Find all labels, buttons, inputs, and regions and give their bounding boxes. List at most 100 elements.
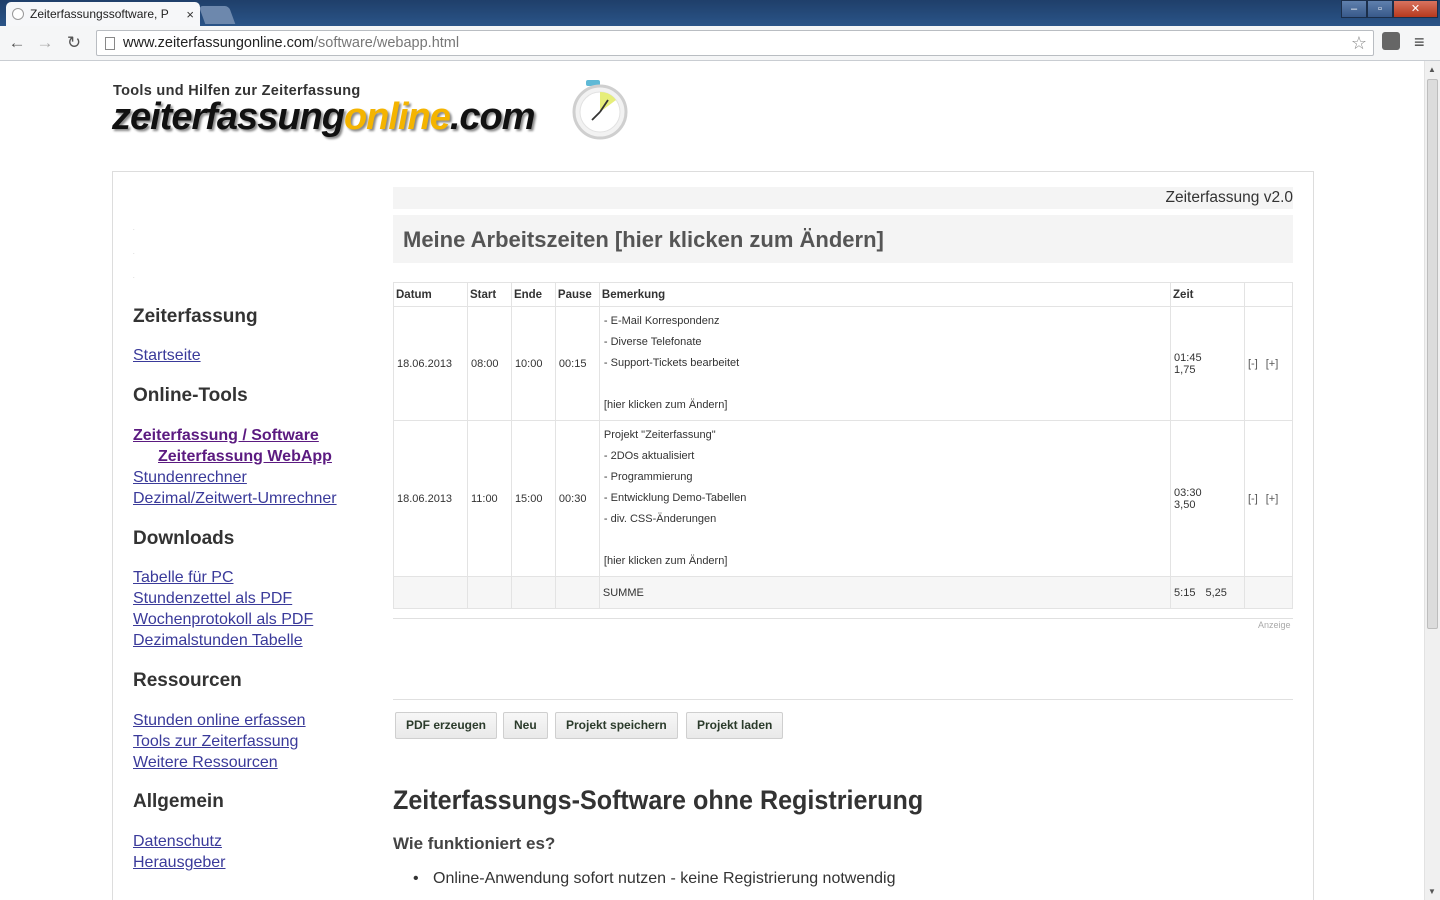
sidebar-link-stunden-online[interactable]: Stunden online erfassen	[133, 712, 306, 730]
remark-line: - div. CSS-Änderungen	[603, 513, 717, 525]
cell-actions: [-] [+]	[1243, 306, 1294, 421]
site-logo[interactable]: zeiterfassungonline.com	[112, 96, 536, 139]
sidebar-link-dezimalstunden-tabelle[interactable]: Dezimalstunden Tabelle	[133, 632, 303, 650]
browser-tab[interactable]: Zeiterfassungssoftware, P ×	[6, 2, 200, 26]
minimize-button[interactable]: –	[1341, 0, 1367, 18]
times-table: Datum Start Ende Pause Bemerkung Zeit 18…	[393, 282, 1294, 609]
close-window-button[interactable]: ✕	[1393, 0, 1438, 18]
bookmark-star-icon[interactable]: ☆	[1351, 33, 1367, 54]
cell-actions: [-] [+]	[1243, 420, 1294, 577]
cell-bemerkung[interactable]: Projekt "Zeiterfassung" - 2DOs aktualisi…	[598, 420, 1172, 577]
window-controls: – ▫ ✕	[1341, 0, 1438, 18]
cell-ende[interactable]: 10:00	[510, 306, 556, 421]
table-row[interactable]: 18.06.2013 08:00 10:00 00:15 - E-Mail Ko…	[393, 306, 1294, 421]
zeit-hhmm: 01:45	[1174, 351, 1202, 364]
logo-part-3: .com	[449, 96, 536, 138]
feature-list: • Online-Anwendung sofort nutzen - keine …	[413, 870, 896, 888]
cell-datum[interactable]: 18.06.2013	[393, 306, 468, 421]
remark-line: - Support-Tickets bearbeitet	[603, 357, 740, 369]
logo-part-2: online	[343, 96, 451, 138]
list-item: Online-Anwendung sofort nutzen - keine R…	[433, 870, 896, 887]
remark-line: - Programmierung	[603, 471, 693, 483]
browser-menu-icon[interactable]: ≡	[1414, 32, 1425, 53]
address-bar[interactable]: www.zeiterfassungonline.com/software/web…	[96, 30, 1374, 56]
sidebar-link-zeiterfassung-webapp[interactable]: Zeiterfassung WebApp	[158, 448, 332, 466]
table-row[interactable]: 18.06.2013 11:00 15:00 00:30 Projekt "Ze…	[393, 420, 1294, 577]
remark-line: - Diverse Telefonate	[603, 336, 702, 348]
cell-start[interactable]: 11:00	[466, 420, 512, 577]
ad-label: Anzeige	[1258, 620, 1291, 630]
scroll-down-arrow-icon[interactable]: ▼	[1428, 887, 1436, 896]
sidebar-link-stundenrechner[interactable]: Stundenrechner	[133, 469, 247, 487]
sidebar-heading-ressourcen: Ressourcen	[133, 670, 242, 691]
cell-zeit: 03:303,50	[1170, 420, 1245, 577]
maximize-button[interactable]: ▫	[1367, 0, 1393, 18]
remark-line: - Entwicklung Demo-Tabellen	[603, 492, 747, 504]
sidebar-heading-downloads: Downloads	[133, 528, 235, 549]
remove-row-button[interactable]: [-]	[1248, 493, 1258, 505]
sidebar-spacer: .	[133, 226, 135, 232]
sidebar-link-zeiterfassung-software[interactable]: Zeiterfassung / Software	[133, 427, 319, 445]
logo-part-1: zeiterfassung	[112, 96, 345, 138]
remark-edit-hint[interactable]: [hier klicken zum Ändern]	[604, 551, 1166, 572]
save-project-button[interactable]: Projekt speichern	[555, 712, 678, 739]
sidebar-heading-allgemein: Allgemein	[133, 791, 224, 812]
back-arrow-icon[interactable]: ←	[6, 32, 28, 54]
cell-pause[interactable]: 00:30	[554, 420, 600, 577]
add-row-button[interactable]: [+]	[1266, 493, 1279, 505]
section-title: Zeiterfassungs-Software ohne Registrieru…	[393, 785, 924, 815]
sum-cell-empty	[510, 576, 556, 609]
remark-line: - 2DOs aktualisiert	[603, 450, 695, 462]
sidebar-link-wochenprotokoll-pdf[interactable]: Wochenprotokoll als PDF	[133, 611, 313, 629]
tab-title: Zeiterfassungssoftware, P	[30, 7, 169, 21]
scroll-up-arrow-icon[interactable]: ▲	[1428, 65, 1436, 74]
cell-bemerkung[interactable]: - E-Mail Korrespondenz - Diverse Telefon…	[598, 306, 1172, 421]
cell-datum[interactable]: 18.06.2013	[393, 420, 468, 577]
sidebar-link-datenschutz[interactable]: Datenschutz	[133, 833, 222, 851]
sidebar-link-tools-zeiterfassung[interactable]: Tools zur Zeiterfassung	[133, 733, 298, 751]
sidebar-link-stundenzettel-pdf[interactable]: Stundenzettel als PDF	[133, 590, 292, 608]
scroll-thumb[interactable]	[1427, 79, 1438, 629]
col-pause: Pause	[554, 282, 600, 307]
sidebar-link-herausgeber[interactable]: Herausgeber	[133, 854, 226, 872]
remark-edit-hint[interactable]: [hier klicken zum Ändern]	[604, 395, 1166, 416]
sidebar-spacer: .	[133, 250, 135, 256]
ad-divider	[393, 618, 1293, 619]
sidebar-heading-online-tools: Online-Tools	[133, 385, 248, 406]
sum-hhmm: 5:15	[1174, 586, 1196, 599]
bullet-icon: •	[413, 870, 419, 887]
zeit-dezimal: 1,75	[1174, 363, 1196, 376]
page-scrollbar[interactable]: ▲ ▼	[1424, 61, 1440, 900]
app-heading[interactable]: Meine Arbeitszeiten [hier klicken zum Än…	[403, 227, 884, 253]
remove-row-button[interactable]: [-]	[1248, 358, 1258, 370]
zeit-dezimal: 3,50	[1174, 498, 1196, 511]
url-path: /software/webapp.html	[314, 35, 460, 51]
button-divider	[393, 699, 1293, 700]
forward-arrow-icon[interactable]: →	[34, 32, 56, 54]
sum-zeit: 5:15 5,25	[1170, 576, 1245, 609]
pdf-button[interactable]: PDF erzeugen	[395, 712, 498, 739]
sidebar-link-dezimal-umrechner[interactable]: Dezimal/Zeitwert-Umrechner	[133, 490, 337, 508]
app-version: Zeiterfassung v2.0	[1165, 189, 1293, 206]
tab-favicon-icon	[12, 8, 24, 20]
url-host: www.zeiterfassungonline.com	[123, 35, 315, 51]
sidebar-link-startseite[interactable]: Startseite	[133, 347, 201, 365]
new-tab-button[interactable]	[198, 6, 236, 24]
app-heading-bar[interactable]: Meine Arbeitszeiten [hier klicken zum Än…	[393, 215, 1293, 263]
sum-cell-empty	[466, 576, 512, 609]
sum-cell-empty	[393, 576, 468, 609]
remark-line: - E-Mail Korrespondenz	[603, 315, 720, 327]
extension-chart-icon[interactable]	[1382, 32, 1400, 50]
new-button[interactable]: Neu	[503, 712, 548, 739]
col-actions	[1243, 282, 1294, 307]
cell-start[interactable]: 08:00	[466, 306, 512, 421]
reload-icon[interactable]: ↻	[63, 32, 85, 54]
sum-dezimal: 5,25	[1205, 586, 1227, 599]
load-project-button[interactable]: Projekt laden	[686, 712, 784, 739]
sidebar-link-tabelle-pc[interactable]: Tabelle für PC	[133, 569, 234, 587]
cell-ende[interactable]: 15:00	[510, 420, 556, 577]
tab-close-icon[interactable]: ×	[186, 7, 194, 22]
add-row-button[interactable]: [+]	[1266, 358, 1279, 370]
cell-pause[interactable]: 00:15	[554, 306, 600, 421]
sidebar-link-weitere-ressourcen[interactable]: Weitere Ressourcen	[133, 754, 278, 772]
